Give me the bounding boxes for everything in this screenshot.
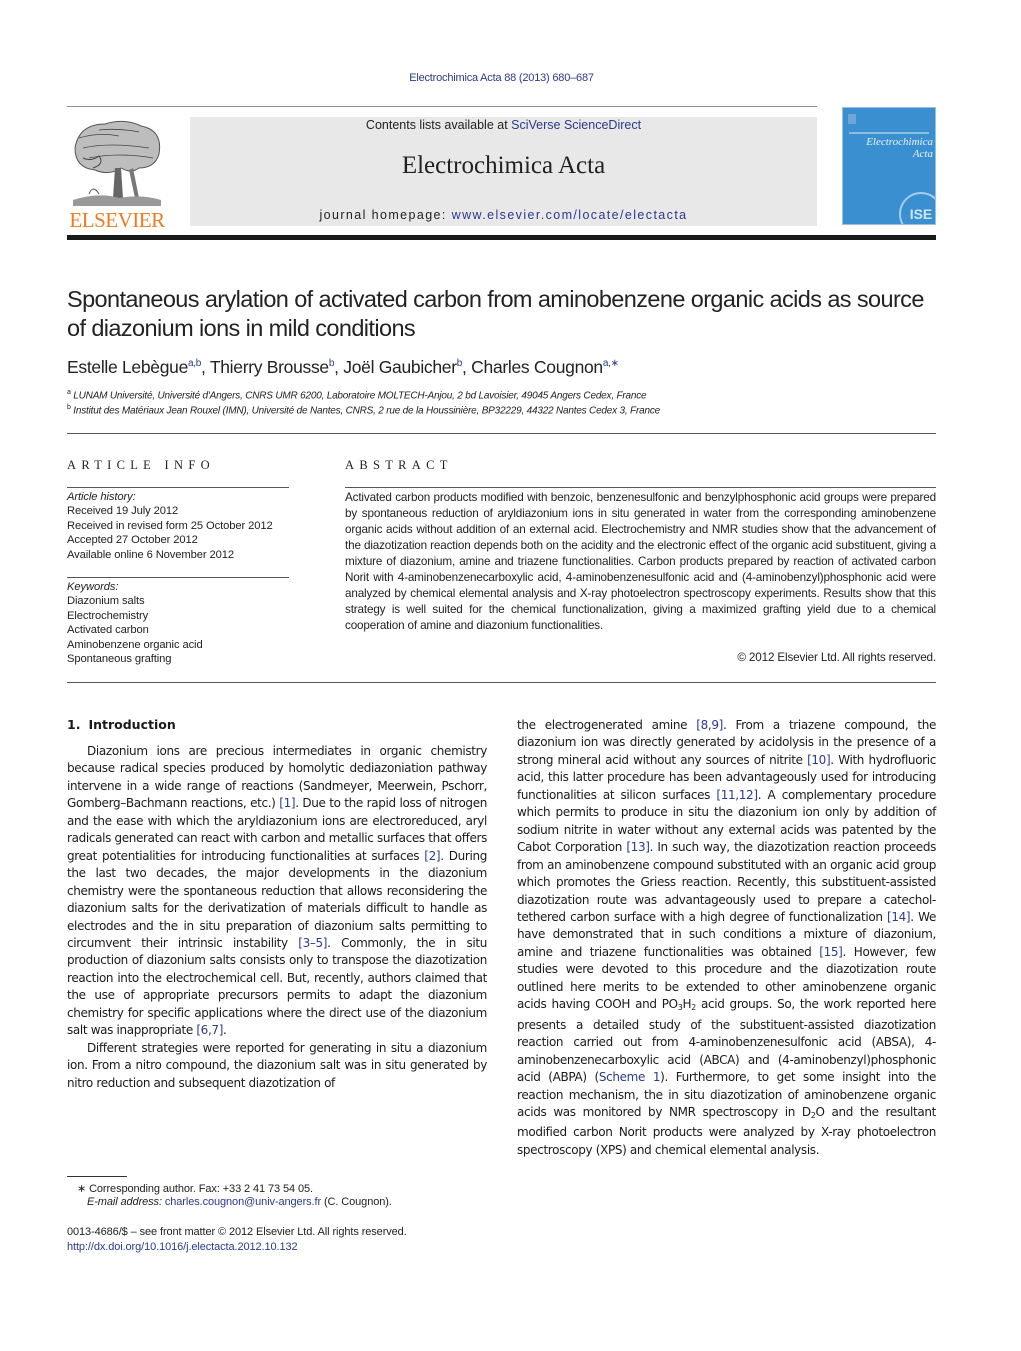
abstract-text: Activated carbon products modified with … [345, 491, 936, 632]
footnote-divider [67, 1176, 127, 1177]
contents-prefix: Contents lists available at [365, 118, 512, 132]
issn-line: 0013-4686/$ – see front matter © 2012 El… [67, 1226, 407, 1238]
email-suffix: (C. Cougnon). [321, 1196, 392, 1208]
reference-link[interactable]: [6,7] [196, 1023, 223, 1037]
author-list: Estelle Lebèguea,b, Thierry Brousseb, Jo… [67, 357, 619, 377]
abstract-heading: ABSTRACT [345, 458, 453, 472]
elsevier-tree-icon [73, 120, 161, 206]
subscript: 2 [810, 1110, 816, 1120]
author[interactable]: Thierry Brousseb [210, 357, 335, 377]
affiliation: a LUNAM Université, Université d'Angers,… [67, 389, 647, 402]
keyword: Aminobenzene organic acid [67, 638, 203, 651]
divider [67, 487, 289, 488]
history-item: Accepted 27 October 2012 [67, 534, 198, 547]
author-affiliation-mark[interactable]: a,b [188, 358, 201, 369]
history-item: Received in revised form 25 October 2012 [67, 519, 273, 532]
doi-link[interactable]: http://dx.doi.org/10.1016/j.electacta.20… [67, 1241, 298, 1253]
body-column-right: the electrogenerated amine [8,9]. From a… [517, 717, 936, 1159]
author[interactable]: Joël Gaubicherb [343, 357, 462, 377]
reference-link[interactable]: [2] [424, 849, 440, 863]
keywords: Keywords: Diazonium salts Electrochemist… [67, 580, 297, 666]
author[interactable]: Estelle Lebèguea,b [67, 357, 201, 377]
reference-link[interactable]: Scheme 1 [599, 1070, 661, 1084]
reference-link[interactable]: [11,12] [716, 788, 758, 802]
journal-masthead: Contents lists available at SciVerse Sci… [190, 117, 817, 226]
article-history: Article history: Received 19 July 2012 R… [67, 490, 297, 562]
paragraph: Different strategies were reported for g… [67, 1040, 487, 1090]
affiliation: b Institut des Matériaux Jean Rouxel (IM… [67, 404, 660, 417]
homepage-prefix: journal homepage: [319, 208, 452, 222]
journal-homepage: journal homepage: www.elsevier.com/locat… [190, 208, 817, 222]
subscript: 2 [691, 1003, 696, 1013]
reference-link[interactable]: [3–5] [298, 936, 327, 950]
journal-title: Electrochimica Acta [401, 152, 606, 179]
divider [345, 487, 936, 488]
contents-availability: Contents lists available at SciVerse Sci… [190, 117, 817, 132]
article-title: Spontaneous arylation of activated carbo… [67, 286, 924, 341]
cover-title-line2: Acta [912, 148, 933, 160]
keyword: Activated carbon [67, 624, 149, 637]
author-affiliation-mark[interactable]: a,∗ [603, 358, 619, 369]
journal-citation[interactable]: Electrochimica Acta 88 (2013) 680–687 [0, 72, 1003, 84]
masthead-divider [67, 235, 936, 240]
reference-link[interactable]: [1] [279, 796, 295, 810]
top-divider [67, 106, 817, 107]
journal-cover-image[interactable]: Electrochimica Acta ISE [842, 107, 936, 225]
paragraph: Diazonium ions are precious intermediate… [67, 744, 487, 1038]
corresponding-author-note: ∗ Corresponding author. Fax: +33 2 41 73… [77, 1183, 313, 1195]
doi-line[interactable]: http://dx.doi.org/10.1016/j.electacta.20… [67, 1241, 497, 1253]
email-label: E-mail address: [87, 1196, 165, 1208]
divider [67, 682, 936, 683]
keyword: Diazonium salts [67, 595, 145, 608]
citation-link[interactable]: Electrochimica Acta 88 (2013) 680–687 [409, 72, 594, 84]
history-item: Available online 6 November 2012 [67, 548, 235, 561]
author[interactable]: Charles Cougnona,∗ [471, 357, 619, 377]
reference-link[interactable]: [13] [626, 840, 650, 854]
elsevier-wordmark: ELSEVIER [69, 208, 165, 232]
abstract-copyright: © 2012 Elsevier Ltd. All rights reserved… [737, 651, 936, 664]
sciencedirect-link[interactable]: SciVerse ScienceDirect [511, 118, 641, 132]
article-info-heading: ARTICLE INFO [67, 458, 215, 472]
divider [67, 577, 289, 578]
cover-publisher-icon [848, 114, 856, 124]
homepage-link[interactable]: www.elsevier.com/locate/electacta [452, 208, 688, 222]
keyword: Spontaneous grafting [67, 653, 172, 666]
history-label: Article history: [67, 491, 136, 503]
email-link[interactable]: charles.cougnon@univ-angers.fr [165, 1196, 321, 1208]
reference-link[interactable]: [10] [807, 753, 831, 767]
reference-link[interactable]: [14] [887, 910, 911, 924]
elsevier-logo: ELSEVIER [67, 118, 167, 232]
subscript: 3 [677, 1003, 683, 1013]
history-item: Received 19 July 2012 [67, 505, 179, 518]
email-note: E-mail address: charles.cougnon@univ-ang… [87, 1196, 517, 1208]
divider [67, 433, 936, 434]
reference-link[interactable]: [8,9] [696, 718, 723, 732]
keywords-label: Keywords: [67, 581, 119, 593]
ise-badge-icon: ISE [899, 192, 935, 224]
reference-link[interactable]: [15] [819, 945, 843, 959]
body-column-left: Diazonium ions are precious intermediate… [67, 726, 487, 1092]
keyword: Electrochemistry [67, 609, 149, 622]
cover-title-line1: Electrochimica [866, 136, 933, 148]
cover-banner [849, 132, 929, 134]
paragraph: the electrogenerated amine [8,9]. From a… [517, 718, 937, 1157]
